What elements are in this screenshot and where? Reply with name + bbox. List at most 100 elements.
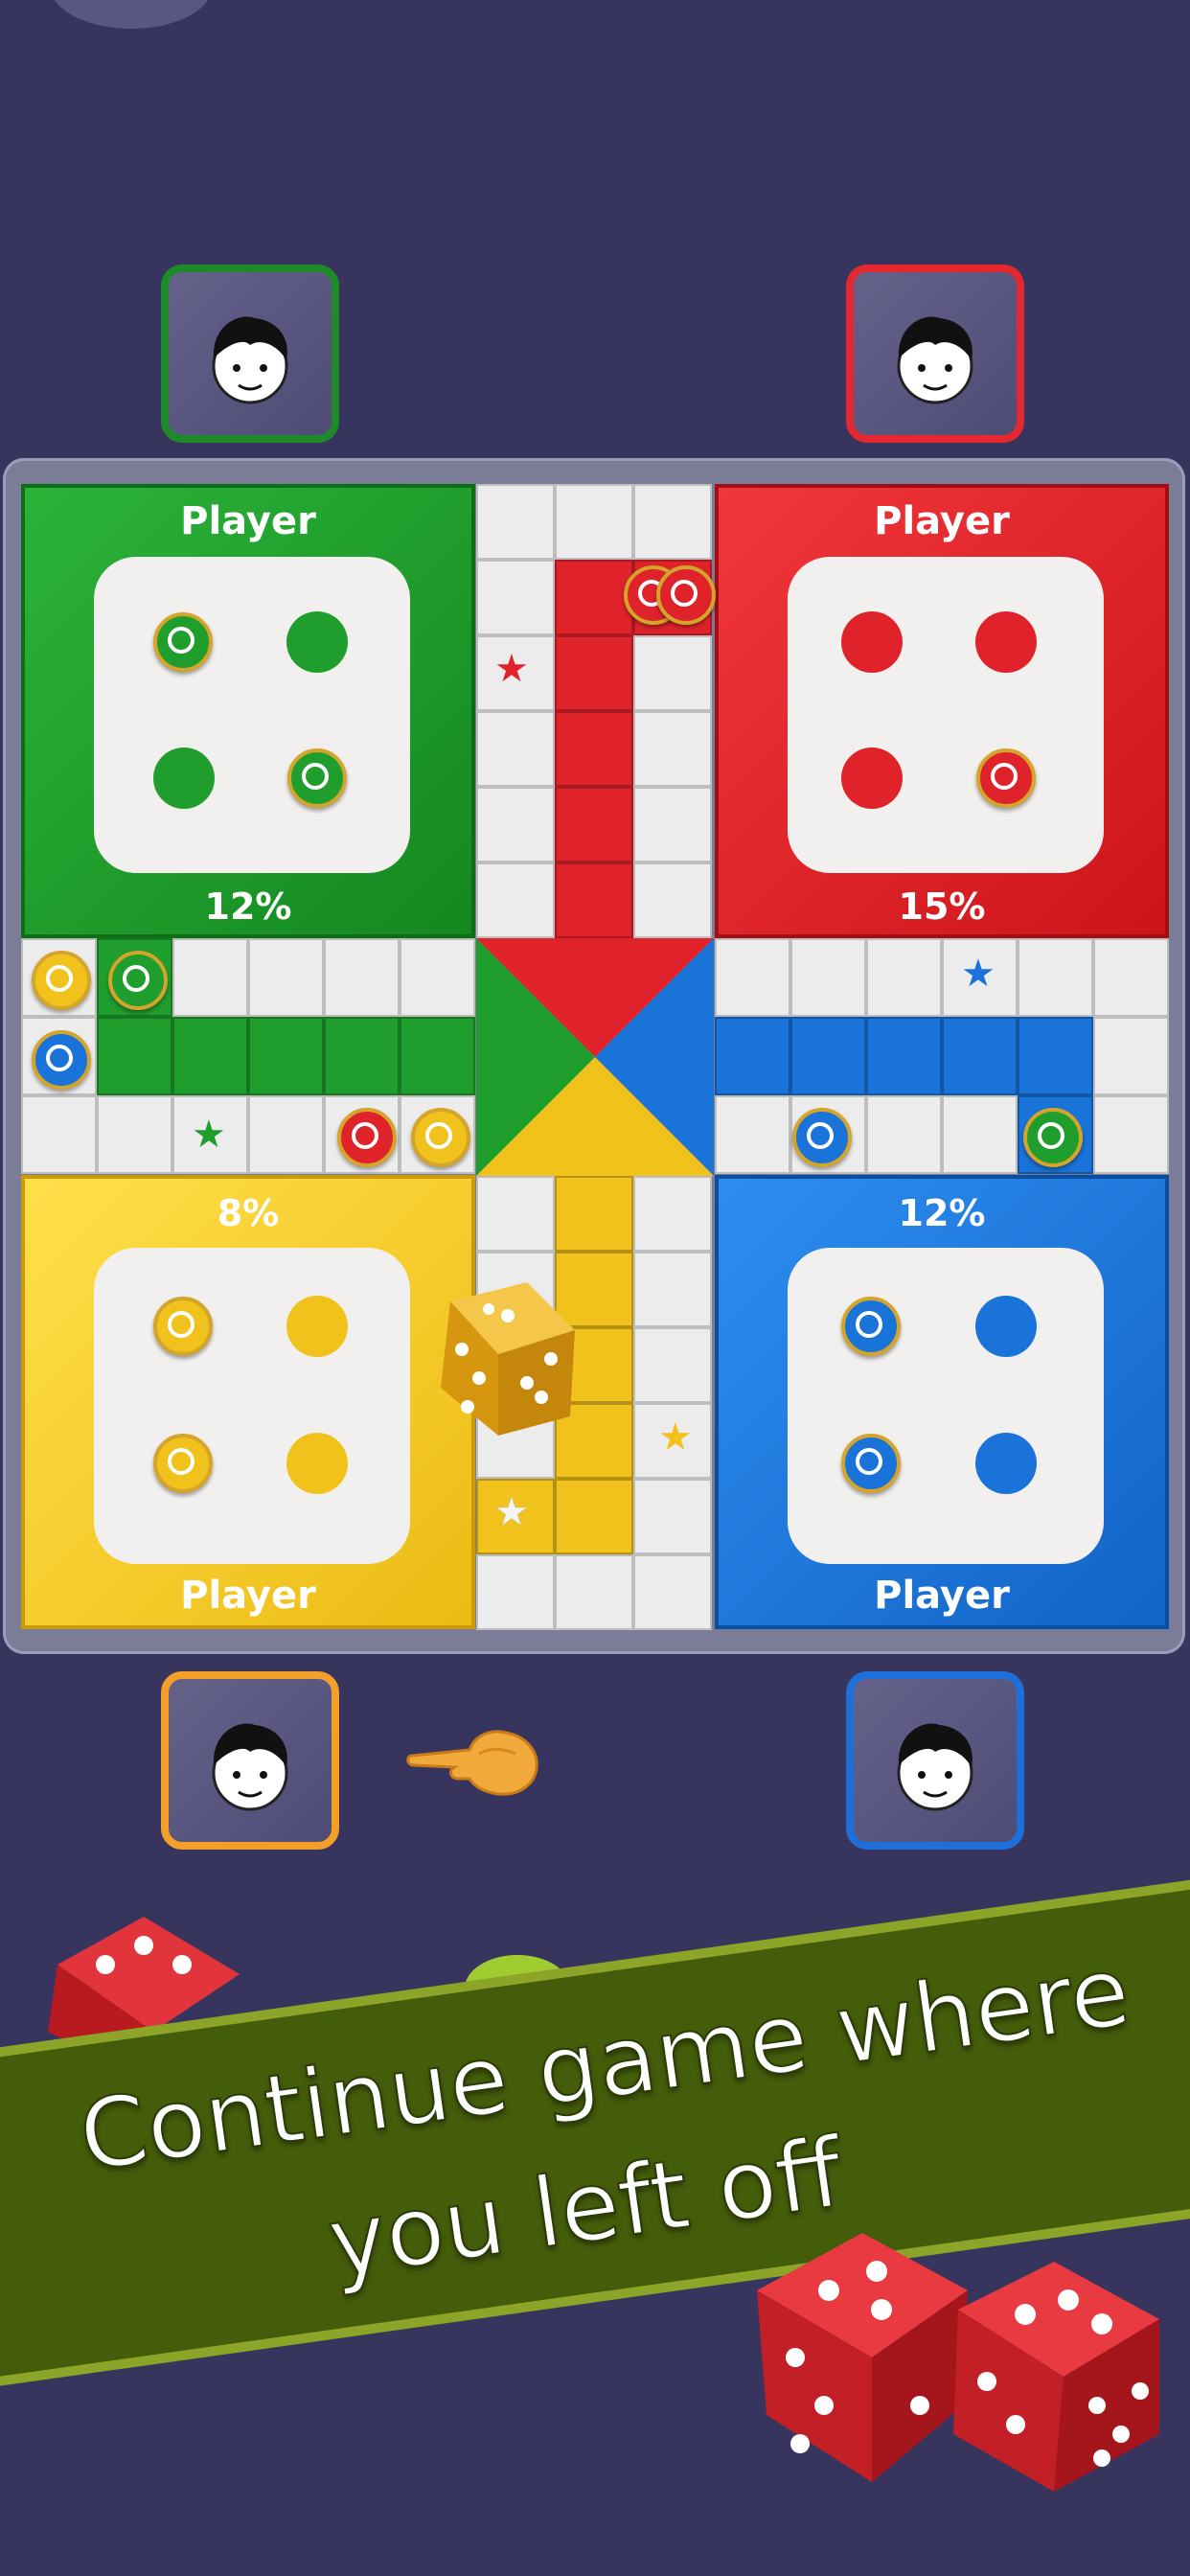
safe-star-icon: ★	[494, 647, 529, 691]
track-cell	[555, 787, 633, 862]
home-base-green: Player 12%	[21, 484, 475, 938]
face-icon	[212, 1723, 288, 1811]
track-cell	[633, 787, 712, 862]
track-cell	[1093, 1017, 1169, 1095]
green-token[interactable]	[108, 951, 168, 1010]
home-slot	[286, 1433, 348, 1494]
yellow-die[interactable]	[422, 1263, 594, 1445]
track-cell	[1018, 938, 1093, 1017]
player-name-yellow: Player	[180, 1574, 316, 1618]
yellow-token[interactable]	[411, 1108, 470, 1167]
track-cell	[172, 1017, 248, 1095]
track-cell	[248, 938, 324, 1017]
track-cell	[942, 1095, 1018, 1174]
track-cell	[555, 560, 633, 635]
track-cell	[97, 1095, 172, 1174]
track-cell	[555, 711, 633, 787]
track-cell	[555, 635, 633, 711]
home-slot	[975, 1296, 1037, 1357]
track-cell	[790, 938, 866, 1017]
face-icon	[897, 1723, 973, 1811]
safe-star-icon: ★	[961, 952, 995, 996]
home-inner-green	[94, 557, 410, 873]
track-cell	[633, 1554, 712, 1630]
track-cell	[1093, 938, 1169, 1017]
progress-percent-red: 15%	[898, 886, 986, 928]
home-base-red: Player 15%	[715, 484, 1169, 938]
blue-token[interactable]	[841, 1297, 901, 1356]
green-token[interactable]	[287, 748, 347, 808]
track-cell	[555, 484, 633, 560]
track-cell	[476, 560, 555, 635]
green-token[interactable]	[1023, 1108, 1083, 1167]
track-cell	[555, 862, 633, 938]
track-cell	[1093, 1095, 1169, 1174]
track-cell	[633, 711, 712, 787]
track-cell	[476, 1554, 555, 1630]
track-cell	[555, 1176, 633, 1252]
track-cell	[400, 938, 475, 1017]
home-inner-red	[788, 557, 1104, 873]
red-token[interactable]	[656, 565, 716, 625]
track-cell	[866, 938, 942, 1017]
pointing-hand-icon	[406, 1730, 538, 1796]
safe-star-icon: ★	[494, 1490, 529, 1534]
track-cell	[476, 484, 555, 560]
blue-token[interactable]	[841, 1434, 901, 1493]
track-cell	[476, 711, 555, 787]
player-name-green: Player	[180, 499, 316, 543]
track-cell	[633, 1479, 712, 1554]
track-cell	[633, 484, 712, 560]
home-slot	[975, 611, 1037, 673]
safe-star-icon: ★	[658, 1415, 693, 1460]
red-token[interactable]	[337, 1108, 397, 1167]
track-cell	[248, 1017, 324, 1095]
track-cell	[248, 1095, 324, 1174]
yellow-token[interactable]	[32, 951, 91, 1010]
track-cell	[633, 1252, 712, 1327]
track-cell	[942, 1017, 1018, 1095]
safe-star-icon: ★	[192, 1113, 226, 1157]
progress-percent-yellow: 8%	[217, 1192, 280, 1234]
track-cell	[172, 938, 248, 1017]
home-slot	[975, 1433, 1037, 1494]
track-cell	[400, 1017, 475, 1095]
home-slot	[841, 748, 903, 809]
green-token[interactable]	[153, 612, 213, 672]
track-cell	[555, 1554, 633, 1630]
home-slot	[841, 611, 903, 673]
track-cell	[633, 862, 712, 938]
red-token[interactable]	[976, 748, 1036, 808]
track-cell	[324, 1017, 400, 1095]
track-cell	[21, 1095, 97, 1174]
blue-token[interactable]	[792, 1108, 852, 1167]
track-cell	[476, 1176, 555, 1252]
decorative-circle	[50, 0, 213, 29]
track-cell	[633, 1327, 712, 1403]
center-home-triangles	[476, 938, 714, 1176]
track-cell	[97, 1017, 172, 1095]
track-cell	[633, 1176, 712, 1252]
track-cell	[633, 635, 712, 711]
track-cell	[715, 1095, 790, 1174]
player-name-red: Player	[874, 499, 1010, 543]
avatar-green-player[interactable]	[161, 264, 339, 443]
home-slot	[153, 748, 215, 809]
progress-percent-green: 12%	[204, 886, 292, 928]
track-cell	[476, 862, 555, 938]
yellow-token[interactable]	[153, 1297, 213, 1356]
track-cell	[476, 787, 555, 862]
home-base-blue: 12% Player	[715, 1175, 1169, 1629]
track-cell	[1018, 1017, 1093, 1095]
player-name-blue: Player	[874, 1574, 1010, 1618]
yellow-token[interactable]	[153, 1434, 213, 1493]
progress-percent-blue: 12%	[898, 1192, 986, 1234]
avatar-blue-player[interactable]	[846, 1671, 1024, 1850]
home-base-yellow: 8% Player	[21, 1175, 475, 1629]
home-slot	[286, 1296, 348, 1357]
track-cell	[555, 1479, 633, 1554]
blue-token[interactable]	[32, 1030, 91, 1090]
avatar-yellow-player[interactable]	[161, 1671, 339, 1850]
track-cell	[866, 1017, 942, 1095]
avatar-red-player[interactable]	[846, 264, 1024, 443]
